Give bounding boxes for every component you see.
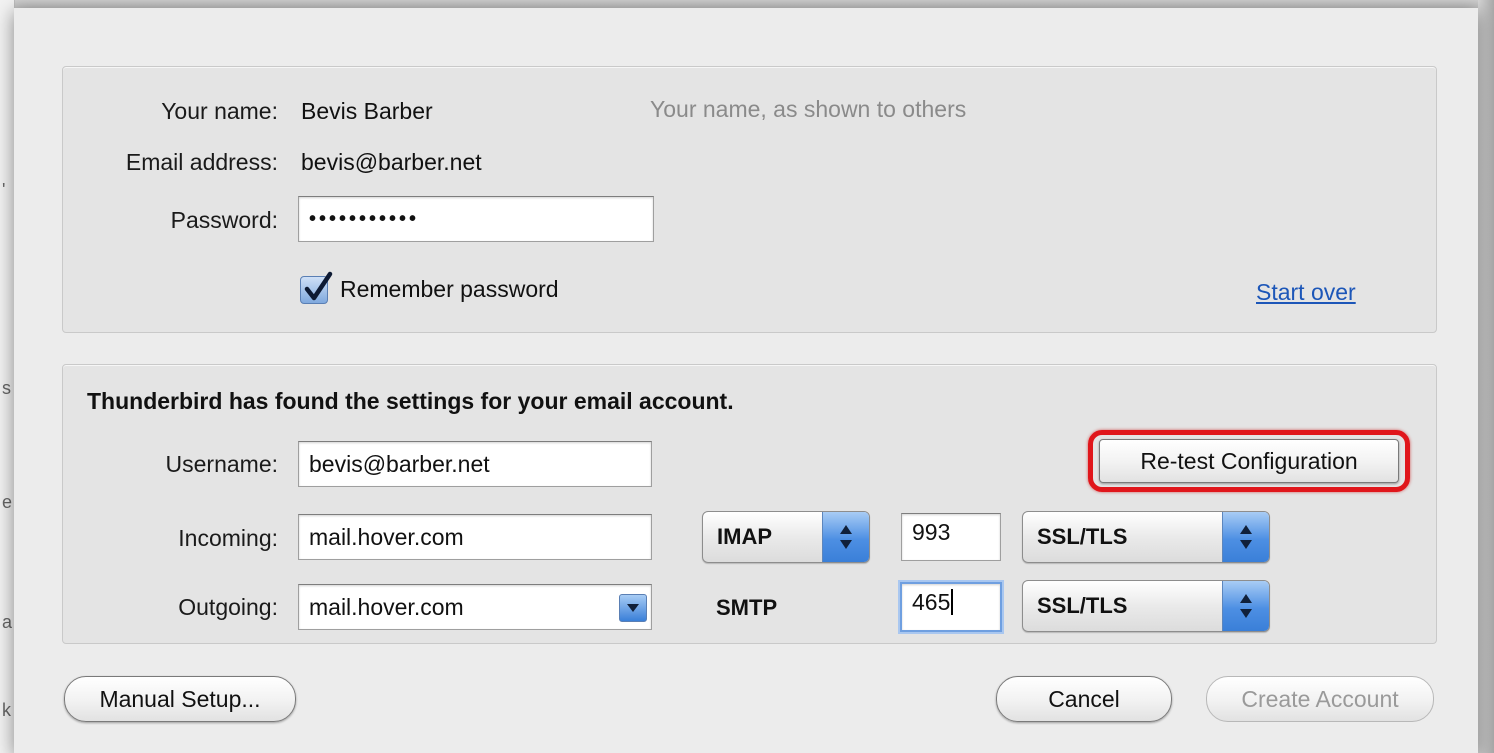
incoming-security-select[interactable]: SSL/TLS <box>1022 511 1270 563</box>
username-value: bevis@barber.net <box>309 450 490 477</box>
email-address-label: Email address: <box>125 149 278 175</box>
up-down-arrows-icon <box>822 512 869 562</box>
password-label: Password: <box>170 207 278 233</box>
incoming-host-field[interactable]: mail.hover.com <box>298 514 652 560</box>
username-label: Username: <box>165 451 278 477</box>
background-window-right <box>1478 0 1494 753</box>
incoming-host-value: mail.hover.com <box>309 523 464 550</box>
outgoing-label: Outgoing: <box>178 594 278 620</box>
background-glyph: ' <box>2 180 6 200</box>
outgoing-security-value: SSL/TLS <box>1037 593 1128 618</box>
dropdown-arrow-icon[interactable] <box>619 594 647 622</box>
outgoing-security-select[interactable]: SSL/TLS <box>1022 580 1270 632</box>
incoming-label: Incoming: <box>178 525 278 551</box>
manual-setup-button[interactable]: Manual Setup... <box>64 676 296 722</box>
outgoing-protocol-label: SMTP <box>716 595 778 620</box>
manual-setup-label: Manual Setup... <box>99 685 261 712</box>
remember-password-checkbox[interactable] <box>300 271 333 304</box>
settings-found-message: Thunderbird has found the settings for y… <box>87 388 734 414</box>
remember-password-label[interactable]: Remember password <box>340 276 559 303</box>
background-window-left: ' s e a k <box>0 0 15 753</box>
background-glyph: e <box>2 492 13 512</box>
outgoing-host-value: mail.hover.com <box>309 593 464 620</box>
incoming-protocol-select[interactable]: IMAP <box>702 511 870 563</box>
background-glyph: k <box>2 700 11 720</box>
up-down-arrows-icon <box>1222 512 1269 562</box>
your-name-hint: Your name, as shown to others <box>650 96 967 122</box>
incoming-protocol-value: IMAP <box>717 524 772 549</box>
background-glyph: s <box>2 378 11 398</box>
cancel-button[interactable]: Cancel <box>996 676 1172 722</box>
checkmark-icon <box>304 271 333 301</box>
text-caret <box>951 589 954 615</box>
up-down-arrows-icon <box>1222 581 1269 631</box>
outgoing-port-value: 465 <box>912 589 951 615</box>
outgoing-port-field[interactable]: 465 <box>900 582 1002 632</box>
password-masked-value: ••••••••••• <box>309 207 420 230</box>
start-over-link[interactable]: Start over <box>1256 279 1356 306</box>
account-setup-dialog: Your name: Bevis Barber Your name, as sh… <box>14 8 1478 753</box>
username-field[interactable]: bevis@barber.net <box>298 441 652 487</box>
your-name-value[interactable]: Bevis Barber <box>301 98 433 125</box>
incoming-port-field[interactable]: 993 <box>901 513 1001 561</box>
create-account-label: Create Account <box>1241 685 1399 712</box>
background-glyph: a <box>2 612 13 632</box>
your-name-label: Your name: <box>161 98 278 124</box>
cancel-label: Cancel <box>1048 685 1120 712</box>
password-field[interactable]: ••••••••••• <box>298 196 654 242</box>
retest-highlight-annotation <box>1088 430 1410 492</box>
incoming-port-value: 993 <box>912 519 951 545</box>
email-address-value[interactable]: bevis@barber.net <box>301 149 482 176</box>
create-account-button[interactable]: Create Account <box>1206 676 1434 722</box>
incoming-security-value: SSL/TLS <box>1037 524 1128 549</box>
outgoing-host-combobox[interactable]: mail.hover.com <box>298 584 652 630</box>
